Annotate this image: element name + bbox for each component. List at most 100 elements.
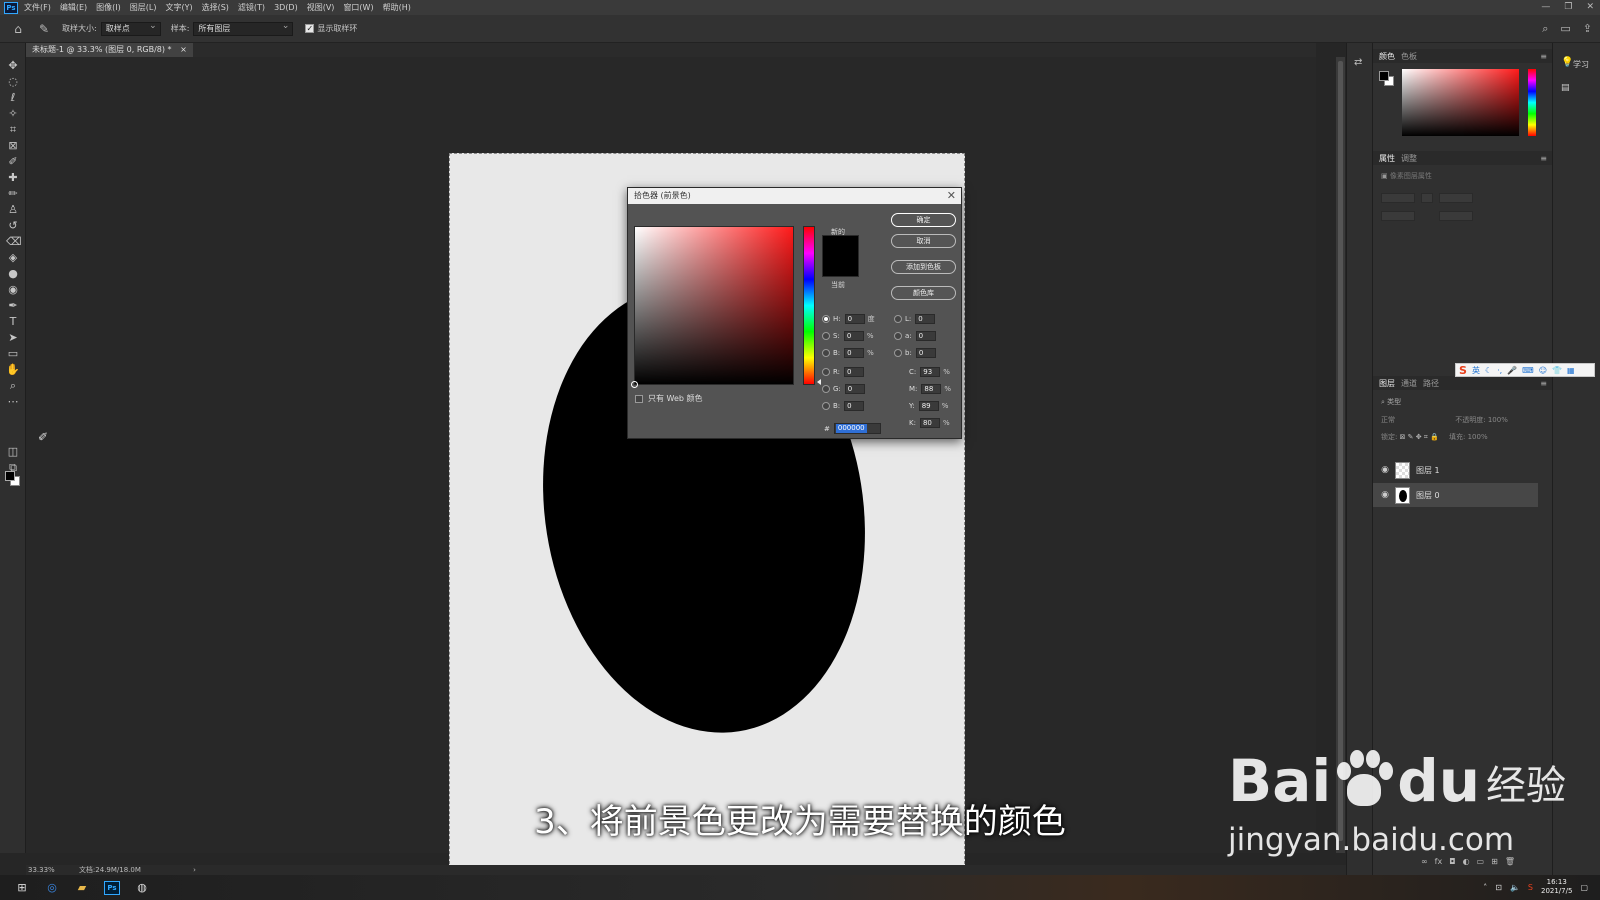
volume-icon[interactable]: 🔈 (1510, 883, 1520, 892)
status-chevron-icon[interactable]: › (193, 866, 196, 874)
menu-type[interactable]: 文字(Y) (165, 2, 192, 13)
foreground-color-swatch[interactable] (5, 471, 15, 481)
add-to-swatches-button[interactable]: 添加到色板 (891, 260, 956, 274)
sample-select[interactable]: 所有图层 (193, 20, 294, 36)
color-libraries-button[interactable]: 颜色库 (891, 286, 956, 300)
tab-swatches[interactable]: 色板 (1401, 51, 1417, 62)
layers-menu-icon[interactable]: ≡ (1540, 379, 1547, 388)
file-explorer-icon[interactable]: ▰ (74, 880, 90, 896)
tab-adjustments[interactable]: 调整 (1401, 153, 1417, 164)
layer-filter-type[interactable]: 类型 (1387, 398, 1401, 406)
menu-3d[interactable]: 3D(D) (274, 3, 298, 12)
share-icon[interactable]: ⇪ (1583, 22, 1592, 36)
brush-tool-icon[interactable]: ✏ (6, 187, 20, 201)
radio-b[interactable] (822, 349, 830, 357)
input-r[interactable]: 0 (844, 367, 865, 377)
document-tab[interactable]: 未标题-1 @ 33.3% (图层 0, RGB/8) * × (26, 43, 193, 57)
grid-icon[interactable]: ▦ (1567, 366, 1575, 375)
history-panel-icon[interactable]: ⇄ (1354, 57, 1362, 68)
type-tool-icon[interactable]: T (6, 315, 20, 329)
menu-select[interactable]: 选择(S) (202, 2, 229, 13)
input-b[interactable]: 0 (844, 348, 865, 358)
radio-g[interactable] (822, 385, 830, 393)
menu-edit[interactable]: 编辑(E) (60, 2, 87, 13)
fill-value[interactable]: 100% (1468, 433, 1488, 441)
radio-s[interactable] (822, 332, 830, 340)
hue-slider[interactable] (803, 226, 815, 385)
tab-properties[interactable]: 属性 (1379, 153, 1395, 164)
photoshop-taskbar-icon[interactable]: Ps (104, 880, 120, 895)
color-panel-field[interactable] (1402, 69, 1519, 136)
tray-expand-icon[interactable]: ˄ (1483, 883, 1487, 892)
move-tool-icon[interactable]: ✥ (6, 59, 20, 73)
healing-brush-icon[interactable]: ✚ (6, 171, 20, 185)
system-clock[interactable]: 16:13 2021/7/5 (1541, 878, 1572, 896)
sogou-logo[interactable]: S (1459, 364, 1467, 377)
delete-layer-icon[interactable]: 🗑 (1505, 857, 1515, 866)
radio-l[interactable] (894, 315, 902, 323)
scrollbar-thumb[interactable] (1338, 61, 1343, 841)
zoom-level[interactable]: 33.33% (28, 866, 55, 874)
menu-help[interactable]: 帮助(H) (383, 2, 411, 13)
input-g[interactable]: 0 (844, 384, 865, 394)
paint-bucket-icon[interactable]: ◈ (6, 251, 20, 265)
properties-menu-icon[interactable]: ≡ (1540, 154, 1547, 163)
eyedropper-tool-icon[interactable]: ✎ (36, 21, 52, 37)
radio-lab-b[interactable] (894, 349, 902, 357)
fx-icon[interactable]: fx (1435, 857, 1443, 866)
hue-slider-arrow-icon[interactable] (817, 379, 821, 385)
stamp-tool-icon[interactable]: ♙ (6, 203, 20, 217)
tab-color[interactable]: 颜色 (1379, 51, 1395, 62)
notifications-icon[interactable]: ▢ (1580, 883, 1588, 892)
blur-tool-icon[interactable]: ● (6, 267, 20, 281)
punctuation-icon[interactable]: ·, (1497, 366, 1502, 375)
link-layers-icon[interactable]: ∞ (1421, 857, 1428, 866)
crop-tool-icon[interactable]: ⌗ (6, 123, 20, 137)
input-a[interactable]: 0 (915, 331, 936, 341)
blend-mode-select[interactable]: 正常 (1381, 416, 1395, 424)
menu-image[interactable]: 图像(I) (96, 2, 121, 13)
app-taskbar-icon[interactable]: ◍ (134, 880, 150, 896)
menu-window[interactable]: 窗口(W) (343, 2, 373, 13)
vertical-scrollbar[interactable] (1336, 57, 1345, 853)
layer-row-0[interactable]: ◉ 图层 0 (1373, 483, 1538, 507)
network-icon[interactable]: ⊡ (1495, 883, 1502, 892)
link-toggle[interactable] (1421, 193, 1433, 203)
x-field[interactable] (1381, 211, 1415, 221)
mask-icon[interactable]: ◘ (1449, 857, 1455, 866)
windows-start-icon[interactable]: ⊞ (14, 880, 30, 896)
saturation-brightness-field[interactable] (631, 226, 794, 388)
input-m[interactable]: 88 (921, 384, 942, 394)
eraser-tool-icon[interactable]: ⌫ (6, 235, 22, 249)
workspace-icon[interactable]: ▭ (1560, 22, 1570, 36)
minimize-button[interactable]: — (1541, 0, 1550, 15)
more-tools-icon[interactable]: ⋯ (6, 395, 20, 409)
input-l[interactable]: 0 (915, 314, 936, 324)
magic-wand-tool-icon[interactable]: ✧ (6, 107, 20, 121)
skin-icon[interactable]: 👕 (1552, 366, 1562, 375)
width-field[interactable] (1381, 193, 1415, 203)
visibility-eye-icon[interactable]: ◉ (1378, 490, 1392, 500)
new-layer-icon[interactable]: ⊞ (1491, 857, 1498, 866)
quick-mask-icon[interactable]: ◫ (6, 445, 20, 459)
marquee-tool-icon[interactable]: ◌ (6, 75, 20, 89)
y-field[interactable] (1439, 211, 1473, 221)
moon-icon[interactable]: ☾ (1485, 366, 1492, 375)
ime-lang[interactable]: 英 (1472, 365, 1480, 376)
radio-h[interactable] (822, 315, 830, 323)
browser-icon[interactable]: ◎ (44, 880, 60, 896)
height-field[interactable] (1439, 193, 1473, 203)
close-window-button[interactable]: ✕ (1586, 0, 1594, 15)
rectangle-tool-icon[interactable]: ▭ (6, 347, 20, 361)
pen-tool-icon[interactable]: ✒ (6, 299, 20, 313)
dialog-title-bar[interactable]: 拾色器 (前景色) ✕ (628, 188, 961, 204)
dialog-close-icon[interactable]: ✕ (947, 188, 956, 204)
eyedropper-icon[interactable]: ✐ (6, 155, 20, 169)
tab-paths[interactable]: 路径 (1423, 378, 1439, 389)
menu-filter[interactable]: 滤镜(T) (238, 2, 265, 13)
lock-icons[interactable]: ⊠ ✎ ✥ ⌗ 🔒 (1400, 433, 1439, 441)
keyboard-icon[interactable]: ⌨ (1522, 366, 1534, 375)
close-tab-icon[interactable]: × (180, 45, 187, 54)
panel-menu-icon[interactable]: ≡ (1540, 52, 1547, 61)
hex-input[interactable]: 000000 (833, 423, 881, 434)
